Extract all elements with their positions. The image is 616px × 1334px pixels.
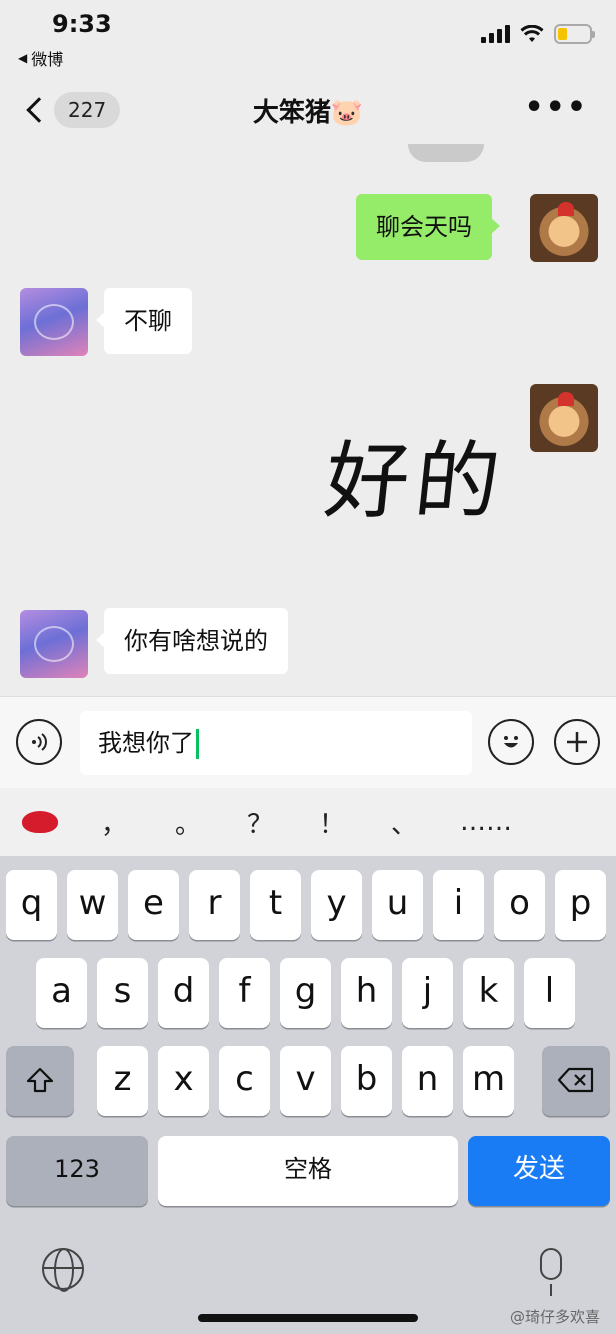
key-g[interactable]: g [280,958,331,1028]
lips-emoji-icon[interactable] [22,811,58,833]
microphone-icon[interactable] [540,1248,562,1296]
home-indicator[interactable] [198,1314,418,1322]
my-avatar[interactable] [530,384,598,452]
message-list[interactable]: 聊会天吗 不聊 好的 你有啥想说的 [0,144,616,696]
key-q[interactable]: q [6,870,57,940]
back-to-app[interactable]: ◀ 微博 [18,46,63,70]
delete-key[interactable] [542,1046,610,1116]
status-icons [481,24,595,44]
shift-key[interactable] [6,1046,74,1116]
key-u[interactable]: u [372,870,423,940]
partial-sticker [408,144,484,162]
key-t[interactable]: t [250,870,301,940]
suggestion-period[interactable]: 。 [152,804,224,841]
contact-avatar[interactable] [20,288,88,356]
watermark: @琦仔多欢喜 [509,1308,600,1326]
battery-icon [554,24,595,44]
suggestion-question[interactable]: ？ [224,804,296,841]
back-triangle-icon: ◀ [18,51,28,65]
keyboard: q w e r t y u i o p a s d f g h j k l z … [0,856,616,1334]
key-a[interactable]: a [36,958,87,1028]
key-d[interactable]: d [158,958,209,1028]
voice-icon[interactable] [16,719,62,765]
key-b[interactable]: b [341,1046,392,1116]
chat-header: 227 大笨猪🐷 ••• [0,80,616,144]
cellular-signal-icon [481,25,510,43]
suggestion-pause[interactable]: 、 [368,804,440,841]
message-bubble-received[interactable]: 不聊 [96,288,192,354]
text-caret [196,729,199,759]
key-r[interactable]: r [189,870,240,940]
input-bar: 我想你了 [0,696,616,788]
message-input-value: 我想你了 [98,729,194,757]
back-app-label: 微博 [31,50,64,69]
key-l[interactable]: l [524,958,575,1028]
key-s[interactable]: s [97,958,148,1028]
suggestion-comma[interactable]: ， [76,804,152,841]
key-p[interactable]: p [555,870,606,940]
my-avatar[interactable] [530,194,598,262]
handwritten-sticker[interactable]: 好的 [320,414,513,535]
more-options-icon[interactable]: ••• [524,90,588,125]
globe-icon[interactable] [42,1248,84,1292]
key-v[interactable]: v [280,1046,331,1116]
shift-icon [26,1067,54,1093]
suggestion-bar: ， 。 ？ ！ 、 …… [0,788,616,856]
key-x[interactable]: x [158,1046,209,1116]
status-time: 9:33 [52,10,112,38]
key-j[interactable]: j [402,958,453,1028]
key-f[interactable]: f [219,958,270,1028]
status-bar: 9:33 ◀ 微博 [0,0,616,80]
key-n[interactable]: n [402,1046,453,1116]
key-w[interactable]: w [67,870,118,940]
numbers-key[interactable]: 123 [6,1136,148,1206]
key-m[interactable]: m [463,1046,514,1116]
key-c[interactable]: c [219,1046,270,1116]
wifi-icon [520,25,544,42]
key-k[interactable]: k [463,958,514,1028]
key-o[interactable]: o [494,870,545,940]
message-input[interactable]: 我想你了 [80,711,472,775]
space-key[interactable]: 空格 [158,1136,458,1206]
key-h[interactable]: h [341,958,392,1028]
message-bubble-sent[interactable]: 聊会天吗 [356,194,500,260]
suggestion-ellipsis[interactable]: …… [440,807,532,837]
key-i[interactable]: i [433,870,484,940]
send-key[interactable]: 发送 [468,1136,610,1206]
key-e[interactable]: e [128,870,179,940]
plus-icon[interactable] [554,719,600,765]
emoji-icon[interactable] [488,719,534,765]
key-y[interactable]: y [311,870,362,940]
message-bubble-received[interactable]: 你有啥想说的 [96,608,288,674]
suggestion-exclamation[interactable]: ！ [296,804,368,841]
delete-icon [557,1067,594,1093]
key-z[interactable]: z [97,1046,148,1116]
contact-avatar[interactable] [20,610,88,678]
